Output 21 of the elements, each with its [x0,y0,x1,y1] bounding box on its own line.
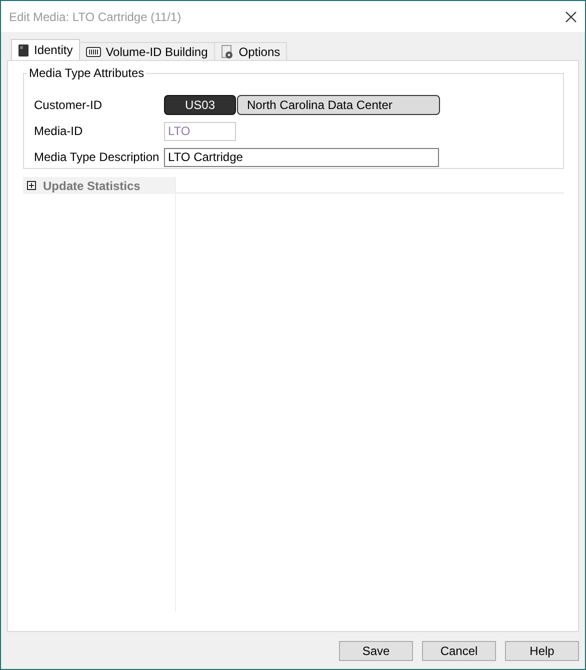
field-label: Customer-ID [34,98,104,112]
barcode-icon [86,46,101,56]
cartridge-icon [18,44,29,56]
tab[interactable]: Identity [11,39,80,60]
group-title: Media Type Attributes [27,66,146,80]
close-icon[interactable] [565,10,577,22]
gear-icon [220,44,234,58]
dialog-button[interactable]: Cancel [422,640,496,660]
dialog-button[interactable]: Save [339,640,413,660]
field-label: Media Type Description [34,150,160,164]
expand-icon[interactable] [27,181,36,190]
customer-name[interactable]: North Carolina Data Center [237,95,440,115]
section-title: Update Statistics [43,178,140,192]
tab[interactable]: Options [214,42,288,60]
tab[interactable]: Volume-ID Building [78,42,215,60]
input-field[interactable]: LTO Cartridge [164,148,439,166]
window-title: Edit Media: LTO Cartridge (11/1) [9,10,182,24]
section-header[interactable]: Update Statistics [23,177,175,194]
field-label: Media-ID [34,124,84,138]
dialog-button[interactable]: Help [505,640,579,660]
customer-code[interactable]: US03 [164,95,236,115]
